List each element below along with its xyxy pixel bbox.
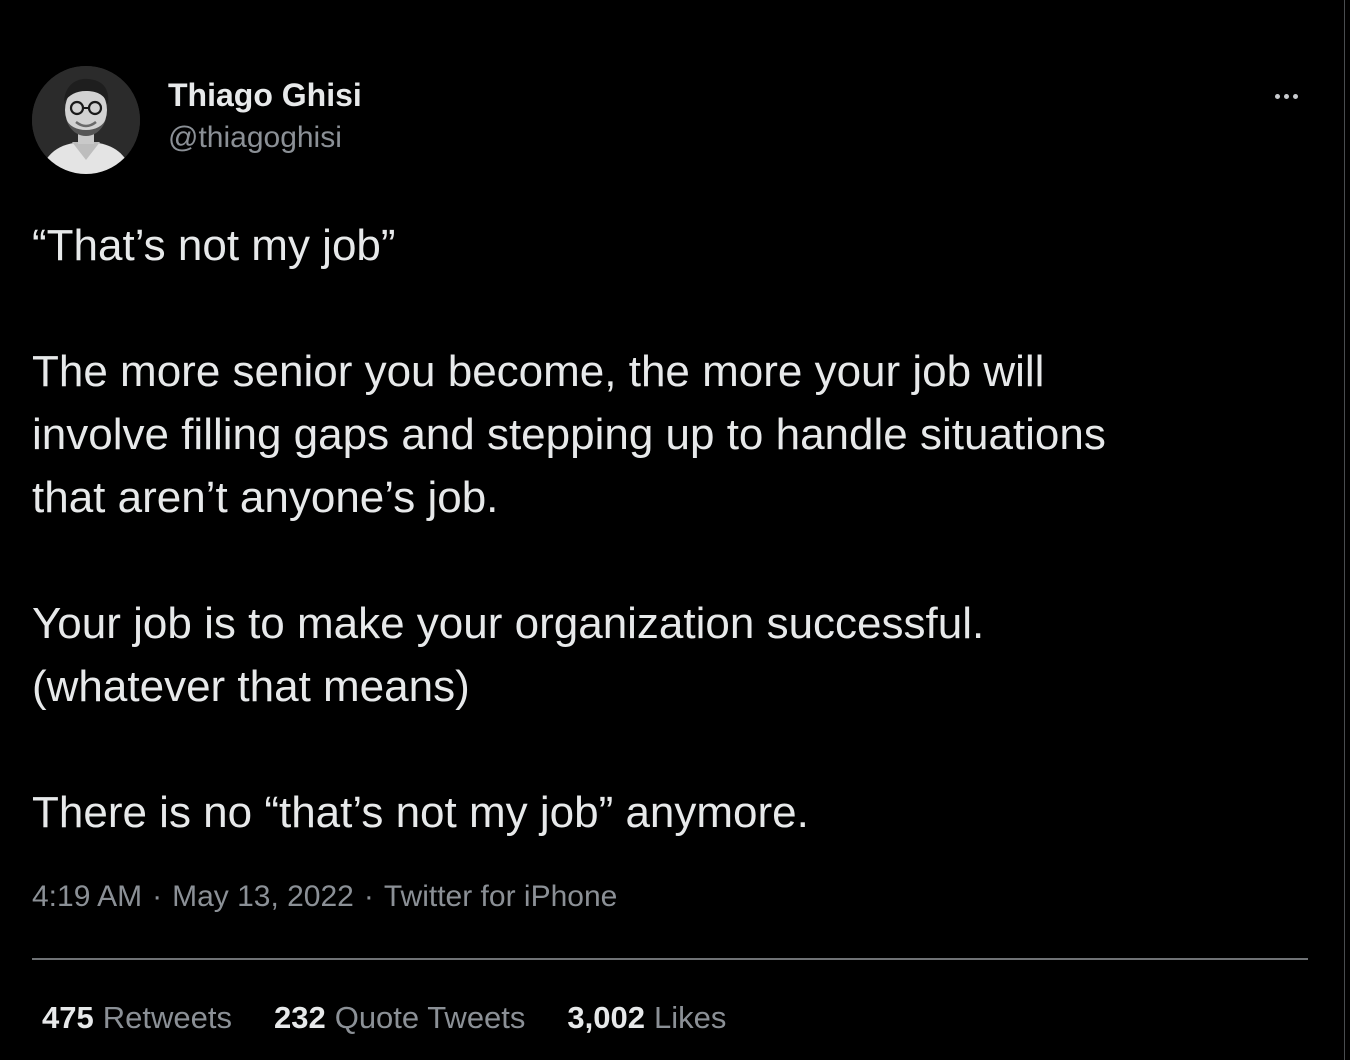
tweet-paragraph: The more senior you become, the more you…: [32, 347, 1106, 522]
author-names: Thiago Ghisi @thiagoghisi: [168, 76, 362, 157]
tweet-source[interactable]: Twitter for iPhone: [384, 880, 617, 913]
tweet-paragraph: Your job is to make your organization su…: [32, 599, 985, 711]
more-horizontal-icon: [1274, 93, 1280, 99]
tweet-metadata: 4:19 AM · May 13, 2022 · Twitter for iPhone: [32, 878, 1308, 916]
tweet-text: “That’s not my job” The more senior you …: [32, 214, 1322, 844]
likes-label: Likes: [654, 1000, 727, 1035]
author-display-name[interactable]: Thiago Ghisi: [168, 76, 362, 114]
meta-separator: ·: [152, 880, 163, 913]
more-horizontal-icon-dot: [1292, 93, 1298, 99]
avatar[interactable]: [32, 66, 140, 174]
likes-stat[interactable]: 3,002 Likes: [567, 998, 726, 1038]
window-edge: [1344, 0, 1345, 1060]
author-handle[interactable]: @thiagoghisi: [168, 119, 362, 157]
tweet: Thiago Ghisi @thiagoghisi “That’s not my…: [32, 66, 1308, 916]
tweet-paragraph: “That’s not my job”: [32, 221, 396, 270]
tweet-paragraph: There is no “that’s not my job” anymore.: [32, 788, 809, 837]
tweet-stats: 475 Retweets 232 Quote Tweets 3,002 Likes: [42, 998, 768, 1038]
avatar-image: [32, 66, 140, 174]
quote-tweets-stat[interactable]: 232 Quote Tweets: [274, 998, 525, 1038]
stats-divider: [32, 958, 1308, 960]
quote-tweets-count: 232: [273, 1000, 326, 1035]
retweets-label: Retweets: [102, 1000, 232, 1035]
more-options-button[interactable]: [1264, 84, 1308, 108]
meta-separator: ·: [363, 880, 374, 913]
retweets-stat[interactable]: 475 Retweets: [42, 998, 232, 1038]
tweet-time[interactable]: 4:19 AM: [32, 880, 142, 913]
tweet-header: Thiago Ghisi @thiagoghisi: [32, 66, 1308, 176]
tweet-date[interactable]: May 13, 2022: [172, 880, 354, 913]
likes-count: 3,002: [567, 1000, 645, 1035]
quote-tweets-label: Quote Tweets: [334, 1000, 526, 1035]
retweets-count: 475: [42, 1000, 94, 1035]
more-horizontal-icon-dot: [1283, 93, 1289, 99]
